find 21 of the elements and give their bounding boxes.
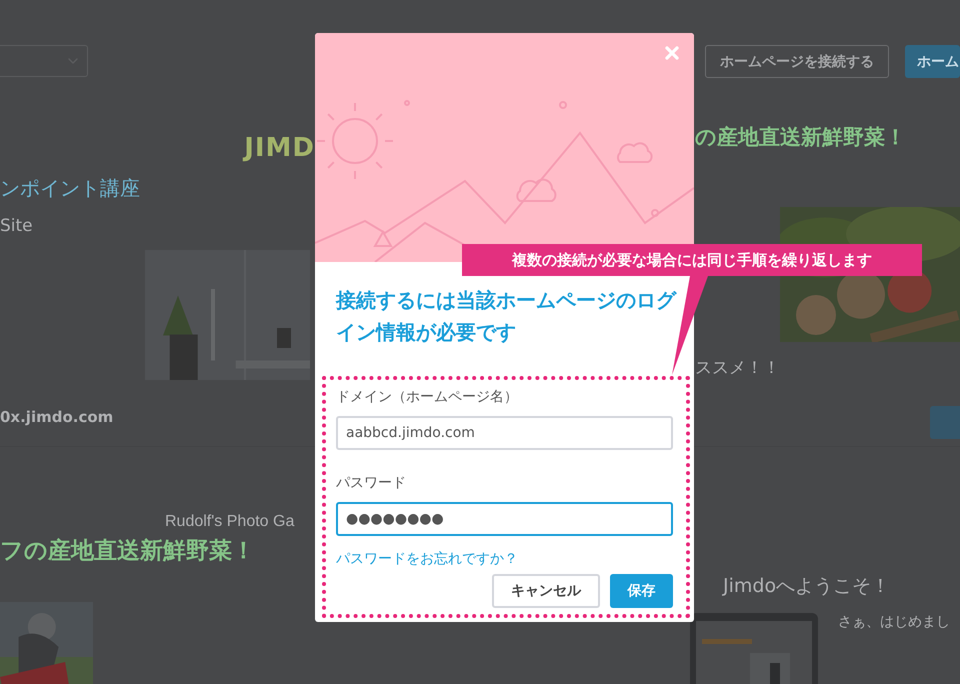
site-subheading: Site <box>0 216 34 236</box>
logo: JIMD <box>244 132 315 163</box>
field-label: ドメイン（ホームページ名） <box>336 388 519 406</box>
site-heading: ンポイント講座 <box>0 174 141 202</box>
input-field[interactable]: ●●●●●●●● <box>336 502 673 536</box>
save-button[interactable]: 保存 <box>610 574 673 608</box>
primary-button[interactable] <box>930 406 960 439</box>
header-button[interactable]: ホームページを接続する <box>705 45 889 78</box>
site-domain: 0x.jimdo.com <box>0 408 114 426</box>
dialog-title: 接続するには当該ホームページのログイン情報が必要です <box>334 287 678 346</box>
site-heading: フの産地直送新鮮野菜！ <box>0 537 256 566</box>
section-heading: ススメ！！ <box>695 356 781 379</box>
forgot-password-link[interactable]: パスワードをお忘れですか？ <box>336 550 518 568</box>
site-heading: の産地直送新鮮野菜！ <box>695 124 907 151</box>
input-field[interactable]: aabbcd.jimdo.com <box>336 416 673 450</box>
field-label: パスワード <box>336 474 407 492</box>
site-brand: Rudolf's Photo Ga <box>164 513 296 531</box>
welcome-heading: Jimdoへようこそ！ <box>723 574 892 599</box>
cancel-button[interactable]: キャンセル <box>492 574 600 608</box>
intro-heading: さぁ、はじめまし <box>838 613 950 632</box>
header-button[interactable]: ホーム <box>905 45 960 78</box>
